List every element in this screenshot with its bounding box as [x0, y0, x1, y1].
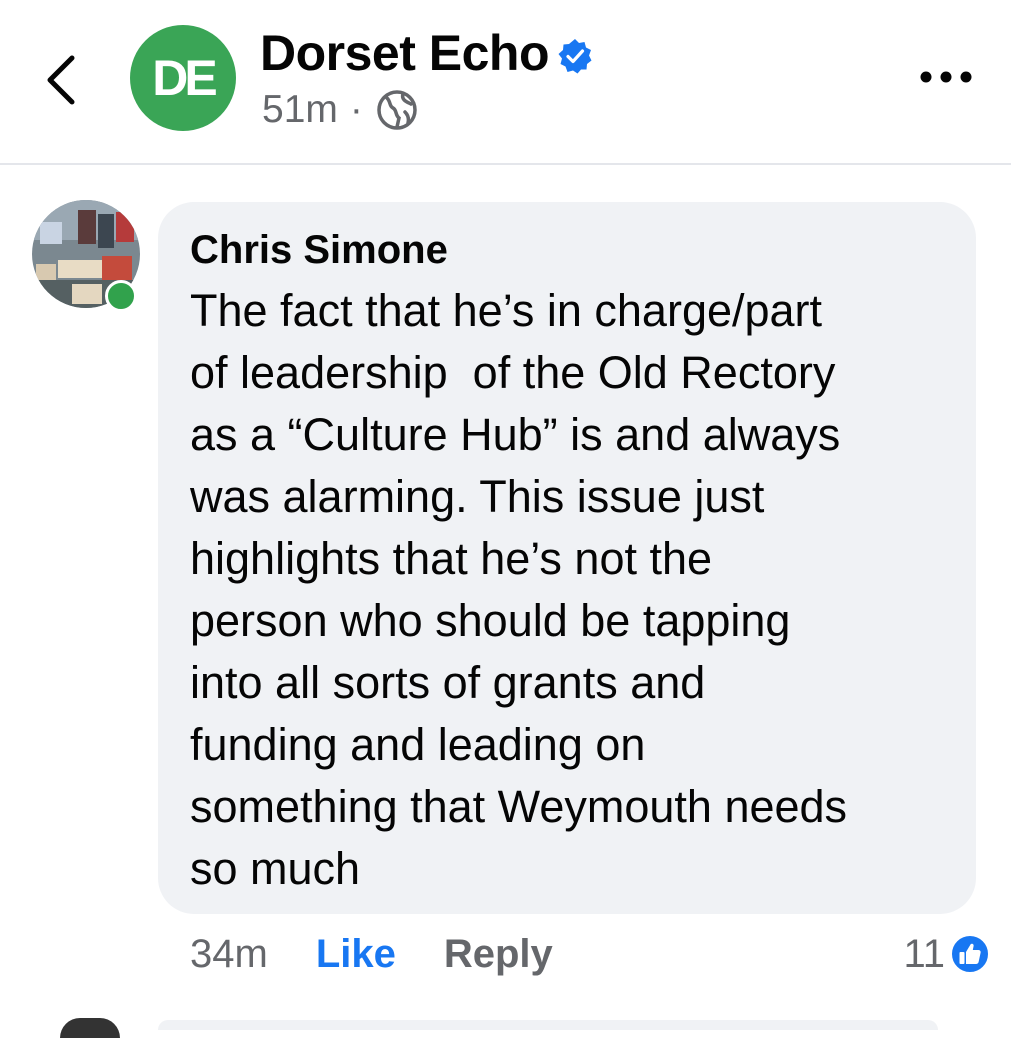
post-header: DE Dorset Echo 51m · [0, 0, 1011, 165]
like-button[interactable]: Like [316, 924, 396, 984]
post-meta: 51m · [262, 82, 419, 138]
comment-bubble: Chris Simone The fact that he’s in charg… [158, 202, 976, 914]
comment-actions: 34m Like Reply [190, 924, 553, 984]
page-avatar[interactable]: DE [130, 25, 236, 131]
next-comment-bubble-peek [158, 1020, 938, 1030]
more-options-button[interactable] [918, 62, 974, 92]
page-name-text: Dorset Echo [260, 25, 550, 81]
next-comment-avatar-peek [60, 1018, 120, 1038]
chevron-left-icon [47, 55, 75, 105]
reply-button[interactable]: Reply [444, 924, 553, 984]
like-reaction-icon [950, 934, 990, 974]
online-status-indicator [105, 280, 137, 312]
meta-separator: · [349, 88, 363, 131]
back-button[interactable] [38, 50, 90, 110]
post-time[interactable]: 51m [262, 82, 338, 138]
comment-text: The fact that he’s in charge/part of lea… [190, 285, 848, 894]
verified-badge-icon [558, 39, 592, 74]
reaction-count: 11 [903, 932, 945, 976]
comment-time[interactable]: 34m [190, 924, 268, 984]
comment-author[interactable]: Chris Simone [190, 224, 448, 276]
more-options-icon [920, 71, 972, 83]
reaction-summary[interactable]: 11 [903, 924, 991, 984]
page-name[interactable]: Dorset Echo [260, 22, 593, 84]
page-avatar-initials: DE [152, 50, 217, 106]
globe-icon[interactable] [375, 88, 419, 132]
